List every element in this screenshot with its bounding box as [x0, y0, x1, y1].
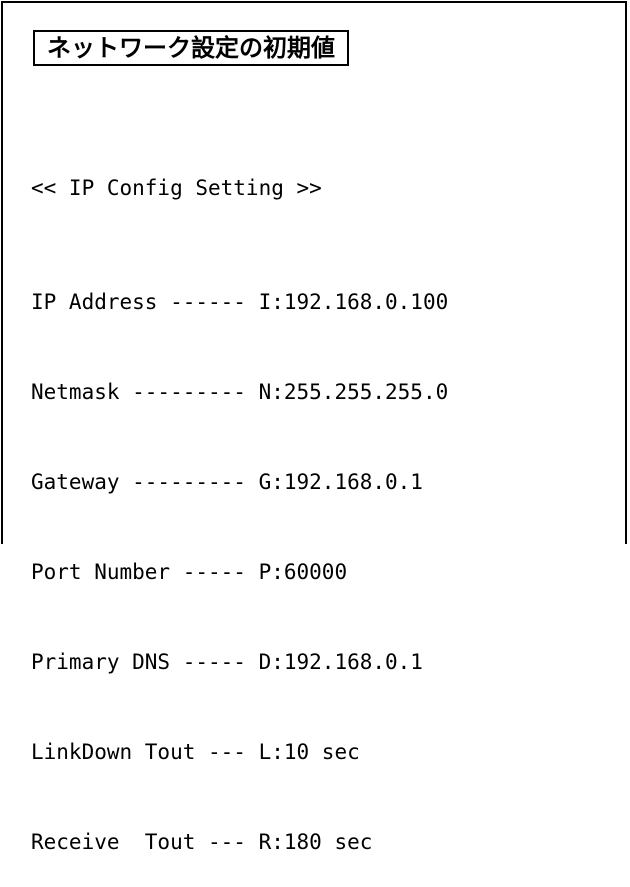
- page-title: ネットワーク設定の初期値: [33, 30, 349, 66]
- setting-row-receive-tout: Receive Tout --- R:180 sec: [31, 821, 448, 863]
- setting-row-netmask: Netmask --------- N:255.255.255.0: [31, 371, 448, 413]
- setting-value: L:10 sec: [258, 740, 360, 764]
- setting-label: LinkDown Tout ---: [31, 740, 246, 764]
- setting-row-primary-dns: Primary DNS ----- D:192.168.0.1: [31, 641, 448, 683]
- setting-label: IP Address ------: [31, 290, 246, 314]
- config-listing: << IP Config Setting >> IP Address -----…: [31, 119, 448, 887]
- setting-row-port-number: Port Number ----- P:60000: [31, 551, 448, 593]
- setting-row-linkdown-tout: LinkDown Tout --- L:10 sec: [31, 731, 448, 773]
- setting-label: Gateway ---------: [31, 470, 246, 494]
- setting-value: R:180 sec: [258, 830, 373, 854]
- section-header: << IP Config Setting >>: [31, 176, 322, 200]
- setting-label: Primary DNS -----: [31, 650, 246, 674]
- setting-value: N:255.255.255.0: [258, 380, 449, 404]
- setting-label: Port Number -----: [31, 560, 246, 584]
- setting-label: Receive Tout ---: [31, 830, 246, 854]
- setting-value: G:192.168.0.1: [258, 470, 423, 494]
- setting-row-gateway: Gateway --------- G:192.168.0.1: [31, 461, 448, 503]
- setting-value: I:192.168.0.100: [258, 290, 449, 314]
- setting-value: D:192.168.0.1: [258, 650, 423, 674]
- setting-label: Netmask ---------: [31, 380, 246, 404]
- setting-row-ip-address: IP Address ------ I:192.168.0.100: [31, 281, 448, 323]
- setting-value: P:60000: [258, 560, 348, 584]
